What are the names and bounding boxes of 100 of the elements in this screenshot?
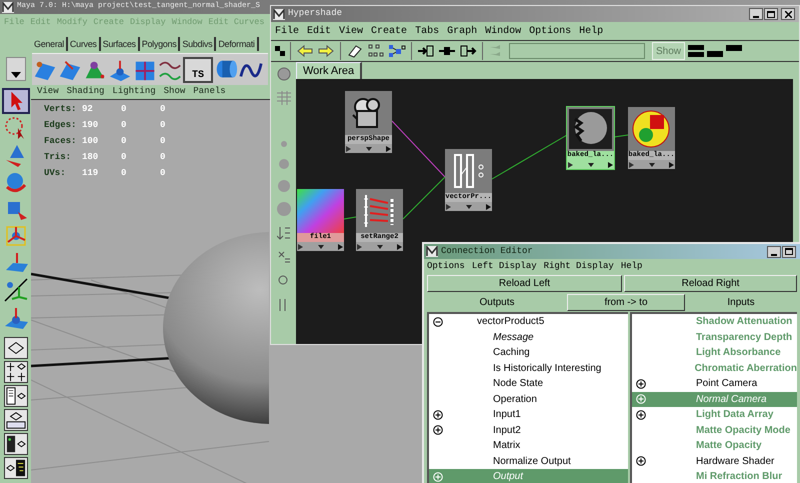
input-port-icon[interactable] — [446, 204, 451, 210]
input-port-icon[interactable] — [346, 146, 351, 152]
menu-item[interactable]: Tabs — [415, 24, 440, 38]
menu-item[interactable]: Left Display — [472, 260, 537, 274]
menu-item[interactable]: View — [339, 24, 364, 38]
menu-item[interactable]: Right Display — [544, 260, 614, 274]
menu-item[interactable]: Help — [579, 24, 604, 38]
collapse-icon[interactable] — [433, 316, 443, 327]
menu-item[interactable]: Create — [371, 24, 408, 38]
shelf-tab[interactable]: Deformati — [216, 37, 259, 51]
menu-item[interactable]: Options — [427, 260, 465, 274]
direction-button[interactable]: from -> to — [567, 294, 685, 311]
shelf-tab[interactable]: Polygons — [140, 37, 180, 51]
caret-icon[interactable] — [466, 204, 472, 208]
menu-item[interactable]: Graph — [447, 24, 478, 38]
node-grid-icon[interactable] — [367, 43, 385, 59]
expand-icon[interactable] — [636, 456, 646, 466]
attribute-item[interactable]: Operation — [429, 392, 628, 407]
menu-item[interactable]: Help — [620, 260, 642, 274]
expand-icon[interactable] — [433, 410, 443, 420]
tool-button[interactable] — [2, 277, 30, 303]
shelf-tab[interactable]: General — [32, 37, 68, 51]
shelf-menu-button[interactable] — [6, 57, 26, 81]
input-port-icon[interactable] — [629, 162, 634, 168]
attribute-item[interactable]: Input1 — [429, 407, 628, 422]
layout-icon[interactable] — [4, 337, 28, 359]
graph-output-icon[interactable] — [459, 43, 477, 59]
layout-icon[interactable] — [4, 361, 28, 383]
eraser-icon[interactable] — [346, 43, 364, 59]
output-port-icon[interactable] — [338, 244, 343, 250]
panel-menu-item[interactable]: View — [37, 85, 59, 99]
layout-icon[interactable] — [4, 433, 28, 455]
caret-icon[interactable] — [648, 162, 654, 166]
close-button[interactable] — [781, 8, 795, 20]
output-port-icon[interactable] — [486, 204, 491, 210]
shelf-tab[interactable]: Subdivs — [180, 37, 216, 51]
tab[interactable]: Work Area — [296, 62, 362, 79]
panel-menu-item[interactable]: Shading — [66, 85, 104, 99]
close-icon — [784, 10, 792, 18]
expand-icon[interactable] — [636, 378, 646, 389]
stat-value: 0 — [160, 119, 166, 132]
checker-icon[interactable] — [275, 46, 285, 56]
shelf-tab[interactable]: Curves — [68, 37, 101, 51]
minimize-button[interactable] — [767, 246, 781, 258]
output-port-icon[interactable] — [386, 146, 391, 152]
attribute-item[interactable]: Is Historically Interesting — [429, 360, 628, 376]
caret-icon[interactable] — [318, 244, 324, 248]
panel-menu-item[interactable]: Show — [164, 85, 186, 99]
stat-value: 0 — [121, 103, 128, 116]
shelf-tab[interactable]: Surfaces — [100, 37, 140, 51]
expand-icon[interactable] — [433, 425, 443, 436]
script-shelf-icon[interactable]: TS — [183, 56, 213, 82]
node-network-icon[interactable] — [388, 43, 406, 59]
minimize-button[interactable] — [749, 8, 763, 20]
output-port-icon[interactable] — [608, 162, 613, 168]
output-port-icon[interactable] — [669, 162, 674, 168]
caret-icon[interactable] — [376, 244, 382, 248]
reload-button[interactable]: Reload Left — [427, 275, 622, 292]
attribute-item[interactable]: Input2 — [429, 422, 628, 438]
app-logo-icon — [426, 246, 438, 257]
output-port-icon[interactable] — [397, 244, 402, 250]
tool-button[interactable] — [2, 88, 30, 114]
layout-icon[interactable] — [4, 409, 28, 431]
left-arrow-icon[interactable] — [296, 43, 314, 59]
minimize-icon — [771, 254, 777, 256]
right-arrow-icon[interactable] — [317, 43, 335, 59]
panel-menu-item[interactable]: Lighting — [112, 85, 156, 99]
stat-value: 0 — [121, 119, 128, 132]
attribute-item[interactable]: Matrix — [429, 438, 628, 454]
layout-top-bottom-icon[interactable] — [688, 44, 704, 58]
sphere-icon[interactable] — [274, 65, 292, 83]
graph-input-icon[interactable] — [417, 43, 435, 59]
layout-icon[interactable] — [4, 385, 28, 407]
attribute-item[interactable]: Message — [429, 330, 628, 345]
caret-icon[interactable] — [588, 162, 594, 166]
attribute-item[interactable]: Point Camera — [632, 376, 797, 392]
filter-field[interactable] — [509, 43, 645, 59]
menu-item[interactable]: Edit — [307, 24, 332, 38]
stat-value: 0 — [160, 167, 166, 180]
menu-item[interactable]: Window — [485, 24, 522, 38]
input-port-icon[interactable] — [298, 244, 303, 250]
menu-item[interactable]: File — [275, 24, 300, 38]
menu-item[interactable]: Options — [529, 24, 572, 38]
input-port-icon[interactable] — [357, 244, 362, 250]
layout-icon[interactable] — [4, 457, 28, 479]
maximize-button[interactable] — [782, 246, 796, 258]
stat-value: 119 — [82, 167, 100, 180]
connection-line — [344, 216, 356, 220]
attribute-item[interactable]: Caching — [429, 345, 628, 360]
attribute-item[interactable]: Node State — [429, 376, 628, 392]
input-port-icon[interactable] — [568, 162, 573, 168]
caret-icon[interactable] — [366, 146, 372, 150]
maximize-button[interactable] — [764, 8, 778, 20]
panel-menu-item[interactable]: Panels — [193, 85, 226, 99]
attribute-item[interactable]: Hardware Shader — [632, 454, 797, 469]
reload-button[interactable]: Reload Right — [624, 275, 797, 292]
attribute-item[interactable]: Normalize Output — [429, 454, 628, 469]
attribute-item[interactable]: vectorProduct5 — [429, 314, 628, 330]
outputs-header: Outputs — [478, 296, 516, 310]
connection-line — [392, 120, 446, 178]
